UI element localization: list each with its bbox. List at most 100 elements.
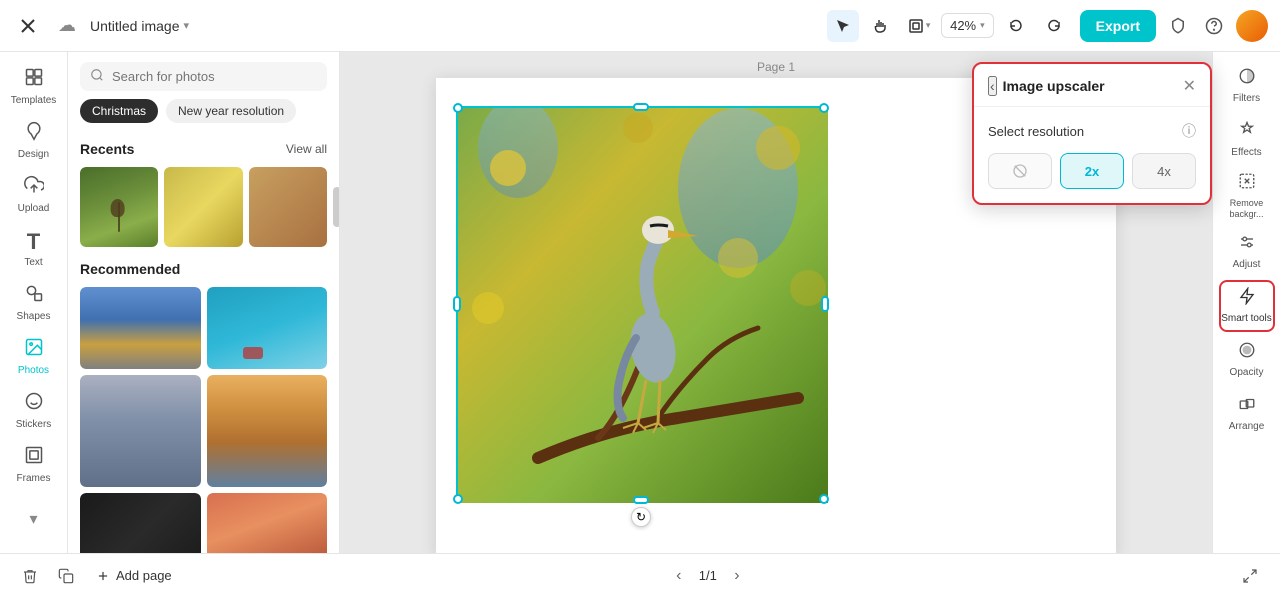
upscaler-header: ‹ Image upscaler ✕: [974, 64, 1210, 107]
prev-page-button[interactable]: ‹: [667, 564, 691, 588]
redo-button[interactable]: [1038, 10, 1070, 42]
rec-photo-5[interactable]: [80, 493, 201, 553]
rotate-handle[interactable]: ↻: [631, 507, 651, 527]
topbar-right: Export: [1080, 10, 1268, 42]
add-page-button[interactable]: Add page: [88, 564, 180, 587]
remove-bg-label: Remove backgr...: [1219, 198, 1275, 220]
arrange-icon: [1238, 395, 1256, 418]
upscaler-title-text: Image upscaler: [1003, 78, 1105, 94]
right-panel-filters[interactable]: Filters: [1219, 60, 1275, 112]
sidebar-item-frames-label: Frames: [17, 473, 51, 484]
app-logo[interactable]: [12, 10, 44, 42]
resize-handle-bc[interactable]: [633, 496, 649, 504]
templates-icon: [24, 67, 44, 93]
right-panel-opacity[interactable]: Opacity: [1219, 334, 1275, 386]
title-dropdown-icon: ▾: [184, 19, 190, 32]
right-panel-remove-bg[interactable]: Remove backgr...: [1219, 168, 1275, 224]
resize-handle-tl[interactable]: [453, 103, 463, 113]
search-input[interactable]: [112, 69, 317, 84]
resolution-2x-button[interactable]: 2x: [1060, 153, 1124, 189]
sidebar-item-stickers[interactable]: Stickers: [6, 384, 62, 436]
resolution-4x-button[interactable]: 4x: [1132, 153, 1196, 189]
resize-handle-ml[interactable]: [453, 296, 461, 312]
tag-new-year[interactable]: New year resolution: [166, 99, 296, 123]
frame-tool-arrow: ▾: [926, 20, 931, 31]
text-icon: T: [27, 229, 40, 255]
sidebar-item-shapes[interactable]: Shapes: [6, 276, 62, 328]
rec-photo-2[interactable]: [207, 287, 328, 369]
effects-icon: [1238, 121, 1256, 144]
duplicate-page-button[interactable]: [52, 562, 80, 590]
select-tool-button[interactable]: [827, 10, 859, 42]
recents-grid: [80, 167, 327, 247]
sidebar-item-photos[interactable]: Photos: [6, 330, 62, 382]
panel-scroll[interactable]: Recents View all: [68, 133, 339, 553]
rec-photo-1[interactable]: [80, 287, 201, 369]
tag-christmas[interactable]: Christmas: [80, 99, 158, 123]
zoom-arrow-icon: ▾: [980, 20, 985, 31]
rec-photo-3[interactable]: [80, 375, 201, 487]
right-panel-smart-tools[interactable]: Smart tools: [1219, 280, 1275, 332]
frame-tool-button[interactable]: ▾: [903, 10, 935, 42]
delete-page-button[interactable]: [16, 562, 44, 590]
user-avatar[interactable]: [1236, 10, 1268, 42]
resize-handle-bl[interactable]: [453, 494, 463, 504]
document-title[interactable]: Untitled image ▾: [90, 18, 189, 34]
fullscreen-button[interactable]: [1236, 562, 1264, 590]
selected-image-frame[interactable]: ↻: [456, 106, 826, 501]
hand-tool-button[interactable]: [865, 10, 897, 42]
arrange-label: Arrange: [1229, 421, 1265, 433]
sidebar-more-button[interactable]: ▾: [6, 493, 62, 545]
sidebar-item-frames[interactable]: Frames: [6, 438, 62, 490]
upscaler-close-button[interactable]: ✕: [1183, 76, 1196, 96]
upscaler-back-button[interactable]: ‹: [988, 76, 997, 96]
sidebar-item-templates[interactable]: Templates: [6, 60, 62, 112]
search-input-wrap[interactable]: [80, 62, 327, 91]
cloud-icon[interactable]: ☁: [58, 15, 76, 36]
recent-photo-1[interactable]: [80, 167, 158, 247]
sidebar-bottom-expand[interactable]: ▾: [6, 493, 62, 545]
design-icon: [24, 121, 44, 147]
recent-photo-2[interactable]: [164, 167, 242, 247]
resize-handle-tc[interactable]: [633, 103, 649, 111]
resolution-info-icon[interactable]: ⓘ: [1182, 121, 1196, 141]
filters-label: Filters: [1233, 93, 1260, 105]
next-page-button[interactable]: ›: [725, 564, 749, 588]
view-all-link[interactable]: View all: [286, 142, 327, 156]
undo-button[interactable]: [1000, 10, 1032, 42]
search-bar: [68, 52, 339, 99]
sidebar-item-design[interactable]: Design: [6, 114, 62, 166]
zoom-control[interactable]: 42% ▾: [941, 13, 994, 38]
resolution-off-button[interactable]: [988, 153, 1052, 189]
stickers-icon: [24, 391, 44, 417]
panel-scroll-handle[interactable]: [333, 187, 339, 227]
rec-photo-6[interactable]: [207, 493, 328, 553]
search-icon: [90, 68, 104, 85]
right-panel-adjust[interactable]: Adjust: [1219, 226, 1275, 278]
frames-icon: [24, 445, 44, 471]
page-counter: 1/1: [699, 568, 717, 583]
rec-photo-4[interactable]: [207, 375, 328, 487]
resize-handle-br[interactable]: [819, 494, 829, 504]
recent-photo-3[interactable]: [249, 167, 327, 247]
chevron-down-icon: ▾: [29, 509, 37, 529]
upload-icon: [24, 175, 44, 201]
upscaler-body: Select resolution ⓘ 2x 4x: [974, 107, 1210, 203]
filters-icon: [1238, 67, 1256, 90]
help-icon[interactable]: [1200, 12, 1228, 40]
zoom-value: 42%: [950, 18, 976, 33]
resize-handle-mr[interactable]: [821, 296, 829, 312]
smart-tools-label: Smart tools: [1221, 313, 1272, 325]
right-panel-arrange[interactable]: Arrange: [1219, 388, 1275, 440]
export-button[interactable]: Export: [1080, 10, 1156, 42]
adjust-icon: [1238, 233, 1256, 256]
image-upscaler-panel: ‹ Image upscaler ✕ Select resolution ⓘ 2…: [972, 62, 1212, 205]
resize-handle-tr[interactable]: [819, 103, 829, 113]
sidebar-item-upload[interactable]: Upload: [6, 168, 62, 220]
sidebar-item-text[interactable]: T Text: [6, 222, 62, 274]
recommended-section-header: Recommended: [80, 261, 327, 277]
shield-icon[interactable]: [1164, 12, 1192, 40]
right-panel-effects[interactable]: Effects: [1219, 114, 1275, 166]
sidebar-item-stickers-label: Stickers: [16, 419, 52, 430]
main-layout: Templates Design Upload T Text Shapes: [0, 52, 1280, 553]
